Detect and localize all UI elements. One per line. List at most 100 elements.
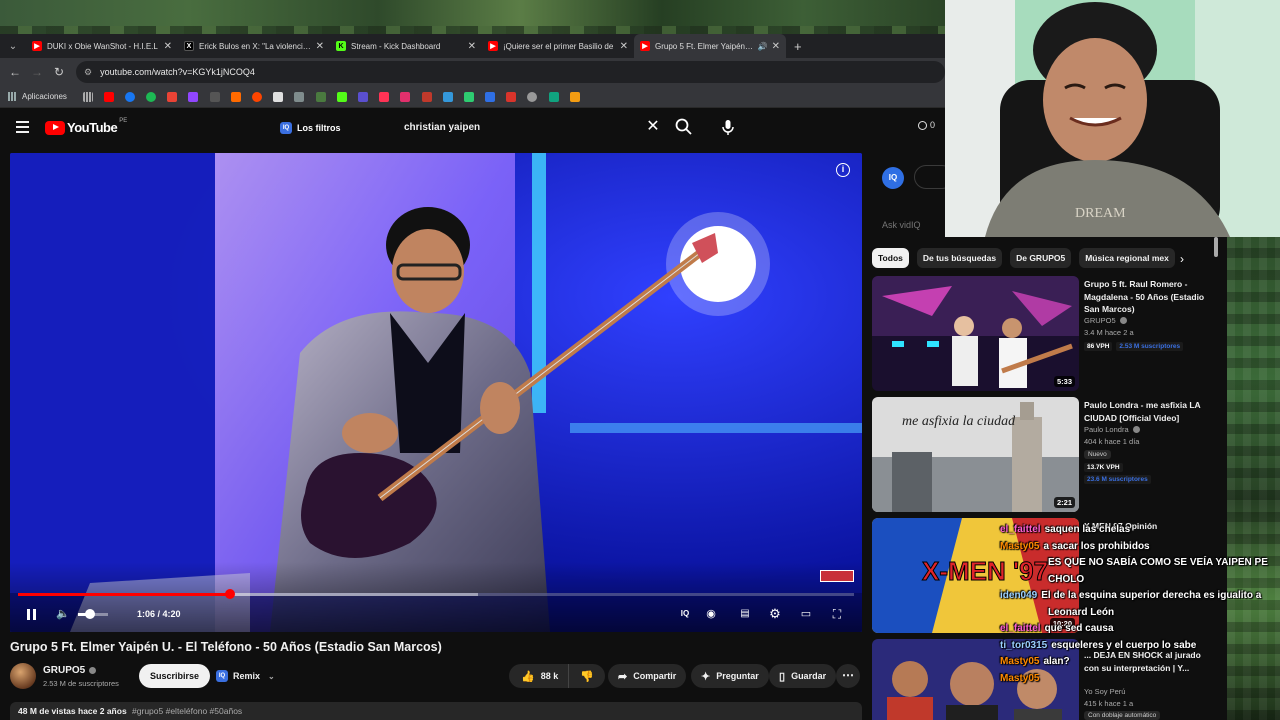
bookmark-icon[interactable] (230, 91, 241, 102)
site-info-icon[interactable]: ⚙ (84, 67, 92, 78)
search-icon[interactable] (674, 117, 694, 137)
recommended-video[interactable]: me asfixia la ciudad 2:21 Paulo Londra -… (872, 397, 1217, 512)
grid-bookmark-icon[interactable] (82, 91, 93, 102)
bookmark-icon[interactable] (506, 91, 517, 102)
bookmark-icon[interactable] (527, 91, 538, 102)
duration-badge: 2:21 (1053, 497, 1075, 508)
recommended-video[interactable]: 5:33 Grupo 5 ft. Raul Romero - Magdalena… (872, 276, 1217, 391)
hashtags[interactable]: #grupo5 #elteléfono #50años (132, 706, 242, 716)
save-button[interactable]: ▯ Guardar (769, 664, 837, 688)
kick-bookmark-icon[interactable] (336, 91, 347, 102)
chip-from-searches[interactable]: De tus búsquedas (916, 248, 1003, 268)
bookmark-icon[interactable] (357, 91, 368, 102)
ask-button[interactable]: ✦ Preguntar (691, 664, 769, 688)
reload-icon[interactable]: ↻ (48, 65, 70, 79)
vidiq-player-icon[interactable]: IQ (676, 605, 694, 623)
youtube-bookmark-icon[interactable] (103, 91, 114, 102)
tab-title: ¡Quiere ser el primer Basilio de (503, 41, 614, 51)
like-button[interactable]: 👍 88 k (509, 664, 569, 688)
video-thumbnail[interactable]: me asfixia la ciudad 2:21 (872, 397, 1079, 512)
timer-counter[interactable]: 0 (918, 120, 935, 130)
tiktok-bookmark-icon[interactable] (273, 91, 284, 102)
rec-channel[interactable]: GRUPO5 (1084, 316, 1127, 325)
x-bookmark-icon[interactable] (209, 91, 220, 102)
youtube-favicon-icon: ▶ (32, 41, 42, 51)
search-input[interactable] (394, 117, 644, 137)
forward-arrow-icon[interactable]: → (26, 65, 48, 79)
chip-from-channel[interactable]: De GRUPO5 (1010, 248, 1072, 268)
pause-icon[interactable] (22, 605, 40, 623)
new-tab-icon[interactable]: + (786, 39, 810, 54)
close-tab-icon[interactable]: ✕ (468, 41, 476, 52)
facebook-bookmark-icon[interactable] (124, 91, 135, 102)
settings-gear-icon[interactable]: ⚙ (766, 605, 784, 623)
chevron-right-icon[interactable]: › (1180, 252, 1184, 266)
url-field[interactable]: ⚙ youtube.com/watch?v=KGYk1jNCOQ4 (76, 61, 945, 83)
close-tab-icon[interactable]: ✕ (164, 41, 172, 52)
browser-tab[interactable]: ▶ DUKI x Obie WanShot - H.I.E.L ✕ (26, 34, 178, 58)
theater-mode-icon[interactable]: ▭ (797, 605, 815, 623)
apps-bookmark[interactable]: Aplicaciones (8, 92, 67, 101)
close-tab-icon[interactable]: ✕ (316, 41, 324, 52)
clear-search-icon[interactable]: ✕ (644, 118, 662, 136)
browser-tab-active[interactable]: ▶ Grupo 5 Ft. Elmer Yaipén U. 🔊 ✕ (634, 34, 786, 58)
menu-icon[interactable] (16, 121, 29, 133)
microphone-icon[interactable] (718, 117, 738, 137)
volume-icon[interactable]: 🔈 (54, 605, 72, 623)
vidiq-logo-icon[interactable]: IQ (882, 167, 904, 189)
browser-tab[interactable]: X Erick Bulos en X: "La violencia c ✕ (178, 34, 330, 58)
browser-tab[interactable]: K Stream - Kick Dashboard ✕ (330, 34, 482, 58)
thumbs-down-icon: 👎 (580, 670, 594, 683)
close-tab-icon[interactable]: ✕ (620, 41, 628, 52)
subscribe-button[interactable]: Suscribirse (139, 664, 211, 688)
spotify-bookmark-icon[interactable] (146, 91, 157, 102)
volume-knob[interactable] (85, 609, 95, 619)
youtube-logo[interactable]: YouTube PE (45, 118, 127, 135)
sidebar-scrollbar[interactable] (1214, 237, 1218, 257)
browser-tab[interactable]: ▶ ¡Quiere ser el primer Basilio de ✕ (482, 34, 634, 58)
stream-chat-overlay: el_faittel saquen las chelas Masty05 a sac… (1000, 522, 1280, 687)
fullscreen-icon[interactable]: ⛶ (828, 605, 846, 623)
chip-all[interactable]: Todos (872, 248, 909, 268)
bookmark-icon[interactable] (569, 91, 580, 102)
vph-badge: 23.6 M suscriptores (1084, 475, 1151, 484)
dislike-button[interactable]: 👎 (569, 670, 605, 683)
description-box[interactable]: 48 M de vistas hace 2 años #grupo5 #elte… (10, 702, 862, 720)
progress-bar[interactable] (18, 589, 854, 599)
subtitles-icon[interactable]: ▤ (736, 605, 754, 623)
info-icon[interactable]: i (836, 163, 850, 177)
reddit-bookmark-icon[interactable] (252, 91, 263, 102)
remix-button[interactable]: IQ Remix ⌄ (216, 666, 275, 686)
chip-regional-music[interactable]: Música regional mex (1079, 248, 1175, 268)
youtube-play-icon (45, 120, 65, 135)
bookmark-icon[interactable] (379, 91, 390, 102)
instagram-bookmark-icon[interactable] (400, 91, 411, 102)
tab-search-dropdown-icon[interactable]: ⌄ (0, 34, 26, 58)
share-button[interactable]: ➦ Compartir (608, 664, 687, 688)
bookmark-icon[interactable] (463, 91, 474, 102)
video-thumbnail[interactable]: 5:33 (872, 276, 1079, 391)
new-badge: Nuevo (1084, 450, 1111, 459)
bookmark-icon[interactable] (421, 91, 432, 102)
more-actions-icon[interactable]: ⋯ (836, 664, 860, 688)
ask-vidiq-input[interactable] (882, 220, 942, 230)
gmail-bookmark-icon[interactable] (167, 91, 178, 102)
back-arrow-icon[interactable]: ← (4, 65, 26, 79)
volume-slider[interactable] (78, 609, 108, 619)
close-tab-icon[interactable]: ✕ (772, 41, 780, 52)
bookmark-icon[interactable] (294, 91, 305, 102)
bookmark-icon[interactable] (442, 91, 453, 102)
autoplay-toggle-icon[interactable]: ◉ (702, 605, 720, 623)
filters-button[interactable]: IQ Los filtros (280, 118, 341, 137)
chatgpt-bookmark-icon[interactable] (548, 91, 559, 102)
rec-channel[interactable]: Paulo Londra (1084, 425, 1140, 434)
channel-avatar[interactable] (10, 663, 36, 689)
bookmark-icon[interactable] (315, 91, 326, 102)
apps-grid-icon (8, 92, 17, 101)
channel-name[interactable]: GRUPO5 (43, 665, 97, 676)
twitch-bookmark-icon[interactable] (188, 91, 199, 102)
rec-channel[interactable]: Yo Soy Perú (1084, 687, 1125, 696)
bookmark-icon[interactable] (485, 91, 496, 102)
video-player[interactable]: i 🔈 1:06 / 4:20 IQ ◉ ▤ ⚙ ▭ ⛶ (10, 153, 862, 632)
speaker-icon[interactable]: 🔊 (758, 42, 768, 51)
